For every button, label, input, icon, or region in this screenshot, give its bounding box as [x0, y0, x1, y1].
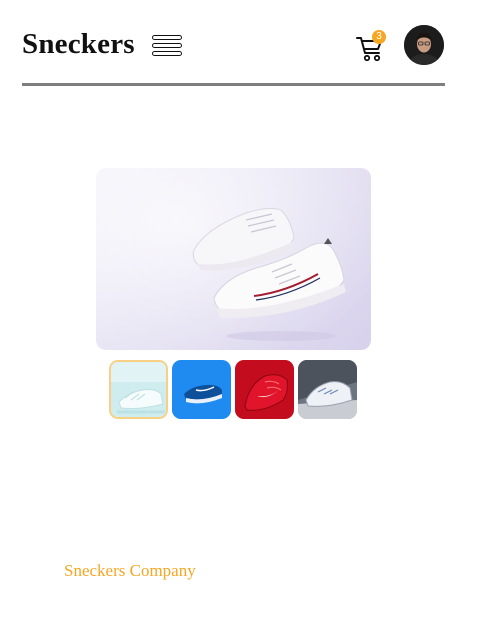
thumbnail-white-sneakers[interactable]	[109, 360, 168, 419]
menu-bar	[152, 43, 182, 48]
site-header: Sneckers 3	[22, 18, 445, 86]
thumbnail-grey-sneaker[interactable]	[298, 360, 357, 419]
hamburger-menu-icon[interactable]	[152, 33, 184, 61]
grey-sneaker-thumb	[298, 360, 357, 419]
user-avatar[interactable]	[404, 25, 444, 65]
site-logo[interactable]: Sneckers	[22, 28, 135, 61]
avatar-image	[404, 25, 444, 65]
white-sneakers-image	[96, 168, 371, 350]
thumbnail-red-sneaker[interactable]	[235, 360, 294, 419]
menu-bar	[152, 51, 182, 56]
cart-button[interactable]: 3	[356, 30, 386, 62]
red-sneaker-thumb	[235, 360, 294, 419]
white-sneakers-thumb	[111, 362, 166, 417]
menu-bar	[152, 35, 182, 40]
footer-brand: Sneckers Company	[64, 561, 196, 580]
product-main-image[interactable]	[96, 168, 371, 350]
thumbnail-blue-sneaker[interactable]	[172, 360, 231, 419]
cart-count-badge: 3	[372, 30, 386, 44]
thumbnail-strip	[109, 360, 361, 421]
blue-sneaker-thumb	[172, 360, 231, 419]
